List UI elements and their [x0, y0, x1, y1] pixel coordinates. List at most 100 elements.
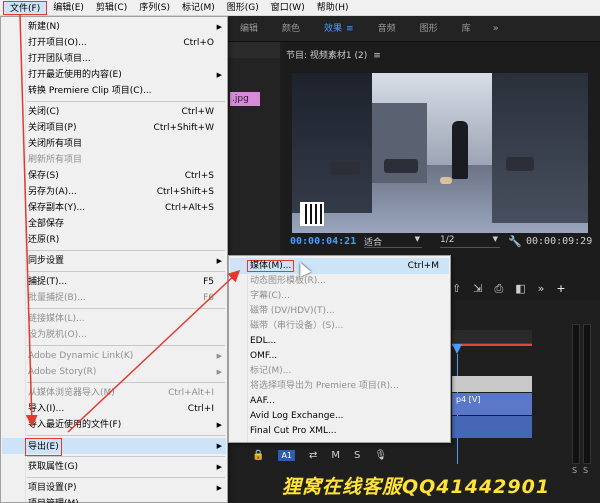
submenu-arrow-icon: ▶	[216, 71, 222, 79]
mute-icon[interactable]: M	[331, 450, 340, 461]
export-menu-item[interactable]: OMF...	[230, 348, 449, 364]
file-menu-item[interactable]: 导入(I)... Ctrl+I	[2, 401, 226, 417]
file-menu-item[interactable]: 关闭所有项目	[2, 136, 226, 152]
track-target-a1[interactable]: A1	[278, 450, 296, 461]
file-menu-item[interactable]: 打开团队项目...	[2, 51, 226, 67]
menubar-item[interactable]: 图形(G)	[221, 1, 265, 15]
transport-button-icon[interactable]: +	[556, 282, 565, 298]
solo-right-icon[interactable]: S	[583, 466, 588, 475]
file-menu-item: 链接媒体(L)...	[2, 311, 226, 327]
lock-icon[interactable]: 🔒	[252, 450, 264, 461]
file-menu-item[interactable]: 还原(R)	[2, 232, 226, 248]
workspace-tab-label: 颜色	[282, 23, 301, 34]
menubar-item[interactable]: 标记(M)	[176, 1, 221, 15]
workspace-tab[interactable]: 库	[450, 16, 483, 42]
file-menu-item[interactable]: 另存为(A)... Ctrl+Shift+S	[2, 184, 226, 200]
menubar-item[interactable]: 序列(S)	[133, 1, 176, 15]
menubar-item[interactable]: 文件(F)	[3, 0, 48, 15]
submenu-arrow-icon: ▶	[216, 257, 222, 265]
workspace-tab[interactable]: 音频	[366, 16, 408, 42]
menu-item-label: Adobe Story(R)	[28, 367, 97, 377]
sync-lock-icon[interactable]: ⇄	[309, 450, 317, 461]
file-menu-item[interactable]: 项目设置(P) ▶	[2, 480, 226, 496]
menu-item-label: 将选择项导出为 Premiere 项目(R)...	[250, 381, 399, 391]
export-menu-item[interactable]: 媒体(M)... Ctrl+M	[230, 258, 449, 274]
chevron-down-icon: ▼	[492, 235, 498, 243]
file-menu-item: 从媒体浏览器导入(M) Ctrl+Alt+I	[2, 385, 226, 401]
transport-button-icon[interactable]: »	[538, 282, 545, 298]
file-menu-item[interactable]: 关闭(C) Ctrl+W	[2, 104, 226, 120]
file-menu-item[interactable]: 保存副本(Y)... Ctrl+Alt+S	[2, 200, 226, 216]
file-menu-item[interactable]: 保存(S) Ctrl+S	[2, 168, 226, 184]
wrench-icon[interactable]: 🔧	[508, 235, 522, 248]
solo-left-icon[interactable]: S	[572, 466, 577, 475]
transport-button-icon[interactable]: ⎙	[494, 282, 503, 298]
export-submenu: 媒体(M)... Ctrl+M 动态图形模板(R)... 字幕(C)... 磁带 (DV…	[228, 255, 451, 443]
export-menu-item: 磁带 (DV/HDV)(T)...	[230, 303, 449, 319]
file-menu-item[interactable]: 转换 Premiere Clip 项目(C)...	[2, 83, 226, 99]
export-menu-item[interactable]: Avid Log Exchange...	[230, 408, 449, 424]
video-building-right	[492, 73, 588, 223]
menubar-item[interactable]: 编辑(E)	[47, 1, 90, 15]
export-menu-item: 标记(M)...	[230, 363, 449, 379]
timeline-clip-video[interactable]: p4 [V]	[452, 393, 532, 415]
transport-button-icon[interactable]: ◧	[515, 282, 525, 298]
menubar-item[interactable]: 剪辑(C)	[90, 1, 133, 15]
submenu-arrow-icon: ▶	[216, 352, 222, 360]
file-menu-item[interactable]: 导出(E) ▶	[2, 438, 226, 456]
menu-item-label: 项目设置(P)	[28, 483, 77, 493]
menu-item-label: 设为脱机(O)...	[28, 330, 87, 340]
solo-icon[interactable]: S	[354, 450, 360, 461]
workspace-tab[interactable]: 效果 ≡	[312, 16, 366, 42]
menu-separator	[27, 382, 225, 383]
work-area-bar[interactable]	[452, 344, 532, 346]
menu-item-label: 标记(M)...	[250, 366, 292, 376]
file-menu-item[interactable]: 同步设置 ▶	[2, 253, 226, 269]
submenu-arrow-icon: ▶	[216, 368, 222, 376]
microphone-icon[interactable]: 🎙	[374, 450, 387, 461]
video-car	[384, 159, 418, 173]
menu-item-label: 字幕(C)...	[250, 291, 290, 301]
track-controls: 🔒 A1 ⇄ M S 🎙	[252, 450, 387, 461]
timeline-ruler[interactable]	[452, 330, 532, 344]
file-menu-item[interactable]: 导入最近使用的文件(F) ▶	[2, 417, 226, 433]
project-panel-tab[interactable]	[228, 42, 280, 58]
file-menu-item[interactable]: 打开最近使用的内容(E) ▶	[2, 67, 226, 83]
resolution-dropdown[interactable]: 1/2 ▼	[440, 235, 500, 248]
file-menu-item[interactable]: 项目管理(M)...	[2, 496, 226, 503]
file-menu-item[interactable]: 获取属性(G) ▶	[2, 459, 226, 475]
export-menu-item[interactable]: AAF...	[230, 393, 449, 409]
project-clip-label[interactable]: .jpg	[230, 92, 260, 106]
panel-menu-icon[interactable]: ≡	[373, 51, 381, 61]
transport-button-icon[interactable]: ⇧	[452, 282, 461, 298]
audio-meter-right	[583, 324, 591, 464]
menu-separator	[27, 308, 225, 309]
export-menu-item[interactable]: EDL...	[230, 333, 449, 349]
workspace-more-icon[interactable]: »	[483, 23, 509, 34]
timeline-clip-graphic[interactable]	[452, 376, 532, 392]
transport-button-icon[interactable]: ⇲	[473, 282, 482, 298]
menu-separator	[27, 101, 225, 102]
timeline-clip-audio[interactable]	[452, 416, 532, 438]
menu-item-label: 还原(R)	[28, 235, 60, 245]
export-menu-item[interactable]: Final Cut Pro XML...	[230, 423, 449, 439]
workspace-tab[interactable]: 编辑	[228, 16, 270, 42]
file-menu-item[interactable]: 新建(N) ▶	[2, 19, 226, 35]
menubar-item[interactable]: 帮助(H)	[311, 1, 355, 15]
file-menu-item[interactable]: 关闭项目(P) Ctrl+Shift+W	[2, 120, 226, 136]
file-menu-item[interactable]: 捕捉(T)... F5	[2, 274, 226, 290]
workspace-tab[interactable]: 颜色	[270, 16, 312, 42]
file-menu-item[interactable]: 打开项目(O)... Ctrl+O	[2, 35, 226, 51]
workspace-tab[interactable]: 图形	[408, 16, 450, 42]
workspace-menu-icon[interactable]: ≡	[346, 24, 354, 34]
menu-item-label: 媒体(M)...	[247, 260, 295, 272]
menu-item-label: 转换 Premiere Clip 项目(C)...	[28, 86, 152, 96]
menu-item-label: 从媒体浏览器导入(M)	[28, 388, 115, 398]
menu-item-shortcut: Ctrl+M	[407, 261, 439, 271]
fit-dropdown[interactable]: 适合 ▼	[364, 235, 422, 248]
current-timecode[interactable]: 00:00:04:21	[290, 236, 356, 247]
menubar-item[interactable]: 窗口(W)	[265, 1, 311, 15]
menu-item-shortcut: Ctrl+W	[181, 107, 214, 117]
export-menu-item: 磁带（串行设备）(S)...	[230, 318, 449, 334]
file-menu-item[interactable]: 全部保存	[2, 216, 226, 232]
